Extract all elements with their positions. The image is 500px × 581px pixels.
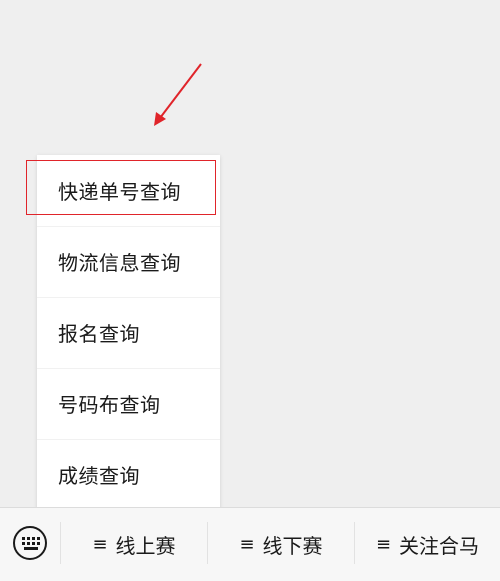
menu-lines-icon: ≡ bbox=[92, 533, 108, 555]
tab-label: 线上赛 bbox=[115, 533, 176, 558]
menu-item-label: 快递单号查询 bbox=[58, 179, 181, 204]
menu-item-bib-number-query[interactable]: 号码布查询 bbox=[37, 368, 220, 438]
tab-offline-race[interactable]: ≡ 线下赛 bbox=[208, 508, 354, 580]
menu-item-label: 号码布查询 bbox=[58, 392, 161, 417]
popup-menu: 快递单号查询 物流信息查询 报名查询 号码布查询 成绩查询 bbox=[37, 155, 220, 511]
keyboard-button[interactable] bbox=[12, 525, 48, 561]
tab-follow-hema[interactable]: ≡ 关注合马 bbox=[355, 508, 500, 580]
tab-label: 线下赛 bbox=[262, 533, 323, 558]
menu-lines-icon: ≡ bbox=[375, 533, 392, 555]
menu-item-label: 物流信息查询 bbox=[58, 250, 181, 275]
tab-online-race[interactable]: ≡ 线上赛 bbox=[61, 508, 207, 580]
keyboard-icon bbox=[13, 526, 47, 560]
tab-label: 关注合马 bbox=[399, 533, 480, 558]
menu-item-logistics-query[interactable]: 物流信息查询 bbox=[37, 226, 220, 296]
menu-item-label: 报名查询 bbox=[58, 321, 140, 346]
menu-item-registration-query[interactable]: 报名查询 bbox=[37, 297, 220, 367]
menu-item-label: 成绩查询 bbox=[58, 463, 140, 488]
bottom-menu-bar: ≡ 线上赛 ≡ 线下赛 ≡ 关注合马 bbox=[0, 507, 500, 581]
menu-item-express-tracking[interactable]: 快递单号查询 bbox=[37, 155, 220, 225]
menu-lines-icon: ≡ bbox=[239, 533, 255, 555]
menu-item-results-query[interactable]: 成绩查询 bbox=[37, 439, 220, 509]
